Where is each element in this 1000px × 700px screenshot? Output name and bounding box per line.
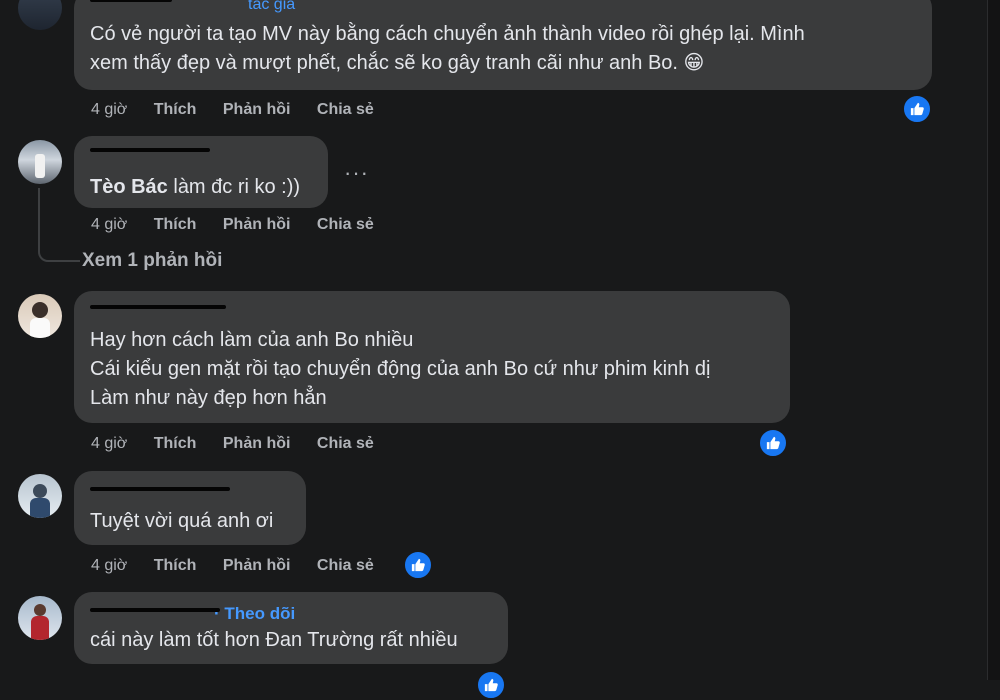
share-button[interactable]: Chia sẻ	[317, 101, 374, 118]
author-badge: tác giả	[248, 0, 296, 13]
comment-text-line: Tèo Bác làm đc ri ko :))	[90, 173, 300, 202]
avatar[interactable]	[18, 474, 62, 518]
timestamp[interactable]: 4 giờ	[91, 216, 127, 233]
window-edge	[987, 0, 1000, 680]
comment-bubble: Hay hơn cách làm của anh Bo nhiều Cái ki…	[74, 291, 790, 423]
timestamp[interactable]: 4 giờ	[91, 557, 127, 574]
reply-button[interactable]: Phản hồi	[223, 435, 291, 452]
comment-actions: 4 giờ Thích Phản hồi Chia sẻ	[91, 216, 396, 234]
comment-bubble: · Theo dõi cái này làm tốt hơn Đan Trườn…	[74, 592, 508, 664]
redacted-author-name	[90, 148, 210, 152]
comment-text-line: Cái kiểu gen mặt rồi tạo chuyển động của…	[90, 358, 711, 380]
comment-text-line: cái này làm tốt hơn Đan Trường rất nhiều	[90, 629, 458, 651]
comment-text-line: Có vẻ người ta tạo MV này bằng cách chuy…	[90, 23, 805, 45]
comment-text-line: Hay hơn cách làm của anh Bo nhiều	[90, 329, 414, 351]
share-button[interactable]: Chia sẻ	[317, 435, 374, 452]
like-button[interactable]: Thích	[154, 101, 197, 118]
comment-text-line: Tuyệt vời quá anh ơi	[90, 510, 274, 532]
avatar[interactable]	[18, 0, 62, 30]
like-reaction-icon[interactable]	[902, 94, 932, 124]
comment-text-line: xem thấy đẹp và mượt phết, chắc sẽ ko gâ…	[90, 52, 705, 74]
comment-text: làm đc ri ko :))	[167, 176, 301, 198]
comment-text-line: Làm như này đẹp hơn hẳn	[90, 387, 327, 409]
redacted-author-name	[90, 0, 172, 2]
like-reaction-icon[interactable]	[403, 550, 433, 580]
like-button[interactable]: Thích	[154, 557, 197, 574]
reply-button[interactable]: Phản hồi	[223, 101, 291, 118]
comment-actions: 4 giờ Thích Phản hồi Chia sẻ	[91, 557, 396, 575]
avatar[interactable]	[18, 140, 62, 184]
reply-button[interactable]: Phản hồi	[223, 216, 291, 233]
like-button[interactable]: Thích	[154, 216, 197, 233]
redacted-author-name	[90, 487, 230, 491]
comment-bubble: Tèo Bác làm đc ri ko :))	[74, 136, 328, 208]
like-reaction-icon[interactable]	[758, 428, 788, 458]
timestamp[interactable]: 4 giờ	[91, 435, 127, 452]
comment-actions: 4 giờ Thích Phản hồi Chia sẻ	[91, 101, 396, 119]
thread-connector	[38, 188, 80, 262]
view-replies-link[interactable]: Xem 1 phản hồi	[82, 250, 222, 272]
comment-actions: 4 giờ Thích Phản hồi Chia sẻ	[91, 435, 396, 453]
redacted-author-name	[90, 608, 220, 612]
avatar[interactable]	[18, 294, 62, 338]
timestamp[interactable]: 4 giờ	[91, 101, 127, 118]
follow-label[interactable]: Theo dõi	[224, 604, 295, 623]
share-button[interactable]: Chia sẻ	[317, 557, 374, 574]
avatar[interactable]	[18, 596, 62, 640]
comment-bubble: Tuyệt vời quá anh ơi	[74, 471, 306, 545]
like-reaction-icon[interactable]	[476, 670, 506, 700]
redacted-author-name	[90, 305, 226, 309]
share-button[interactable]: Chia sẻ	[317, 216, 374, 233]
follow-link[interactable]: · Theo dõi	[214, 604, 295, 624]
mention-link[interactable]: Tèo Bác	[90, 176, 168, 198]
reply-button[interactable]: Phản hồi	[223, 557, 291, 574]
like-button[interactable]: Thích	[154, 435, 197, 452]
more-options-icon[interactable]: ···	[344, 160, 369, 186]
comment-bubble: tác giả Có vẻ người ta tạo MV này bằng c…	[74, 0, 932, 90]
